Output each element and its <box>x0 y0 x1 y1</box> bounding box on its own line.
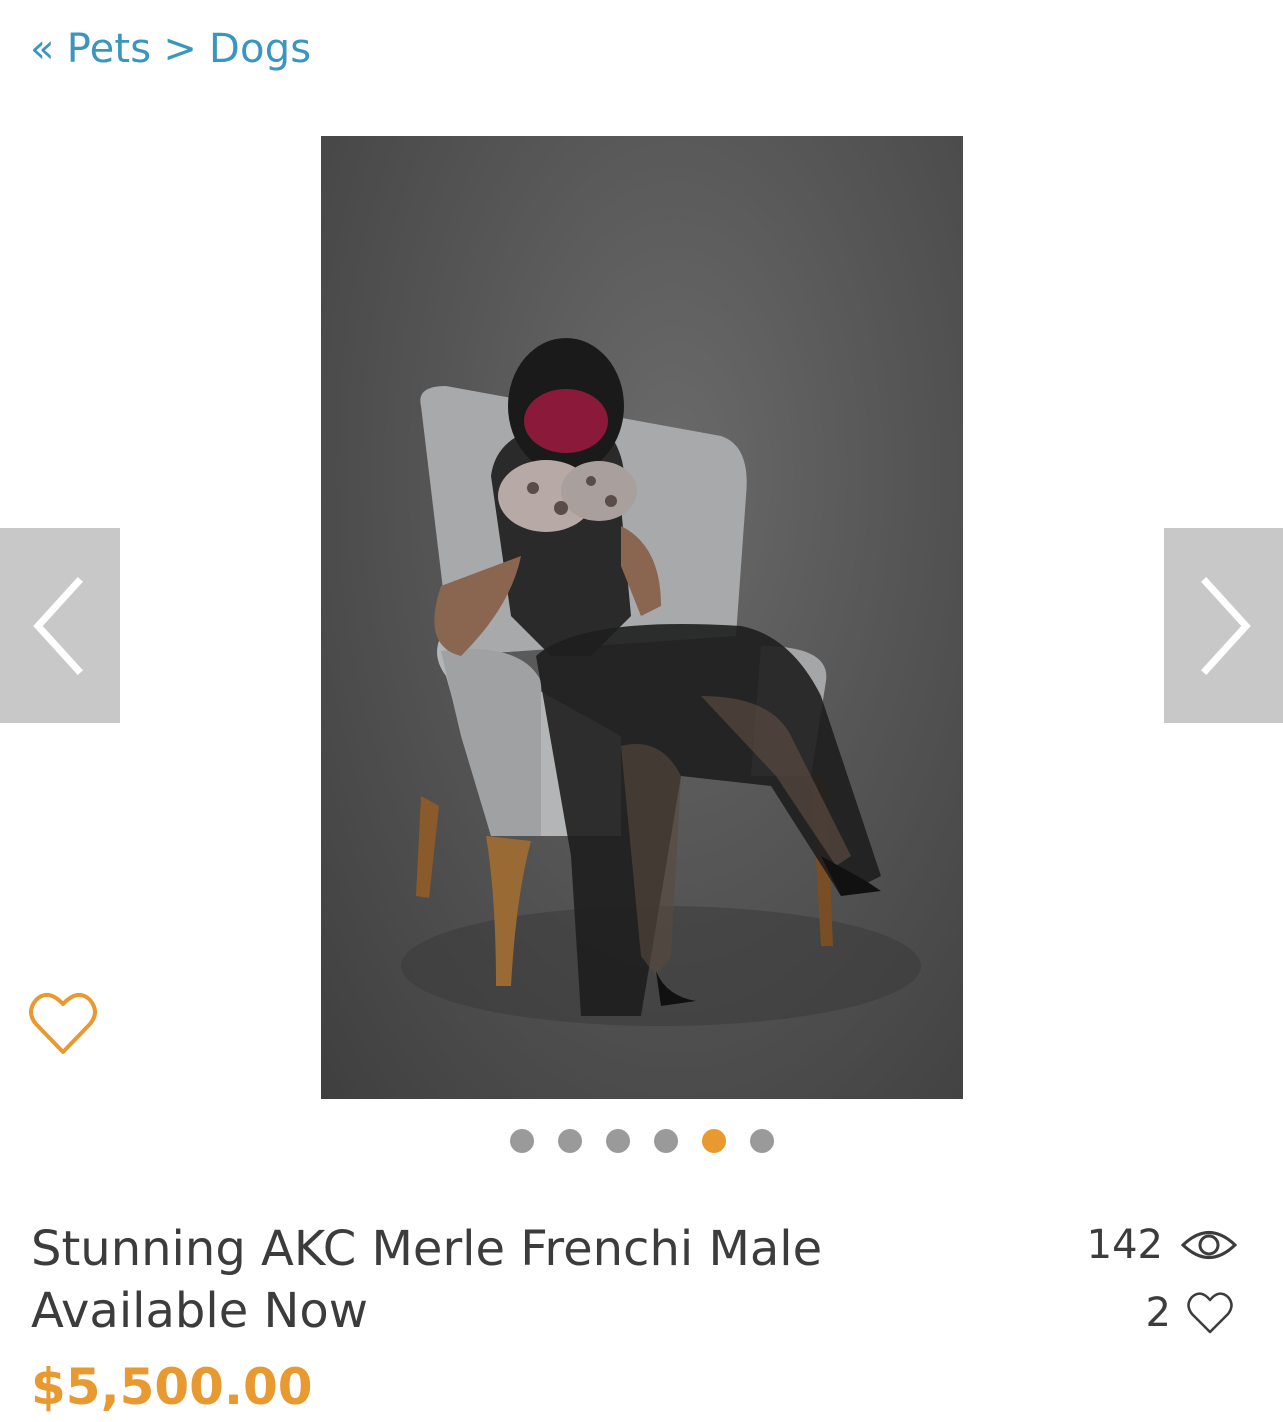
gallery-dot[interactable] <box>702 1129 726 1153</box>
gallery-dot[interactable] <box>510 1129 534 1153</box>
chevron-left-icon <box>33 576 83 675</box>
breadcrumb: « Pets > Dogs <box>30 26 311 72</box>
heart-outline-icon <box>1187 1292 1233 1334</box>
listing-photo-image <box>401 338 921 1026</box>
likes-count: 2 <box>1146 1290 1233 1336</box>
breadcrumb-back-symbol: « <box>30 26 55 72</box>
gallery-prev-button[interactable] <box>0 528 120 723</box>
eye-icon <box>1181 1231 1237 1259</box>
heart-outline-icon <box>29 992 97 1054</box>
chevron-right-icon <box>1201 576 1251 675</box>
favorite-button[interactable] <box>28 990 98 1056</box>
listing-photo[interactable] <box>321 136 963 1099</box>
breadcrumb-separator: > <box>163 26 198 72</box>
gallery-dot[interactable] <box>606 1129 630 1153</box>
gallery-pagination <box>510 1129 774 1153</box>
views-count: 142 <box>1087 1222 1237 1268</box>
gallery-next-button[interactable] <box>1164 528 1283 723</box>
breadcrumb-back-link[interactable]: « Pets <box>30 26 151 72</box>
listing-price: $5,500.00 <box>31 1358 313 1416</box>
likes-count-value: 2 <box>1145 1290 1171 1336</box>
gallery-dot[interactable] <box>654 1129 678 1153</box>
breadcrumb-parent: Pets <box>66 26 152 72</box>
gallery-dot[interactable] <box>558 1129 582 1153</box>
gallery-dot[interactable] <box>750 1129 774 1153</box>
listing-title: Stunning AKC Merle Frenchi Male Availabl… <box>31 1221 823 1339</box>
breadcrumb-current[interactable]: Dogs <box>209 26 311 72</box>
views-count-value: 142 <box>1086 1222 1163 1268</box>
